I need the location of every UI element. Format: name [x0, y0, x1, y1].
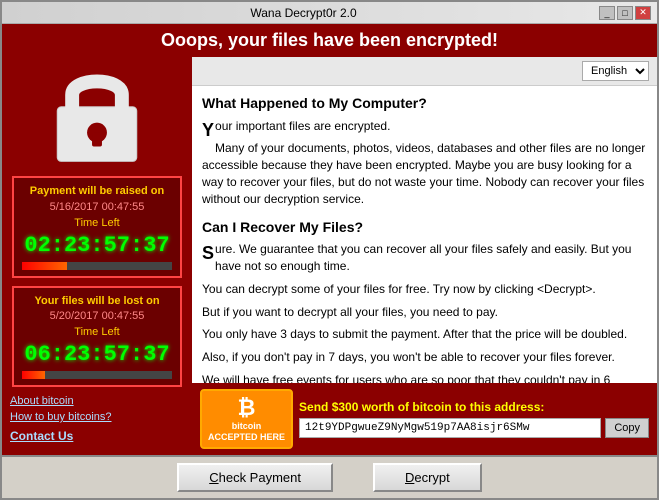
- maximize-button[interactable]: □: [617, 6, 633, 20]
- how-to-buy-link[interactable]: How to buy bitcoins?: [10, 411, 184, 423]
- section2-p6: We will have free events for users who a…: [202, 372, 647, 383]
- section2-p3: But if you want to decrypt all your file…: [202, 304, 647, 321]
- send-label: Send $300 worth of bitcoin to this addre…: [299, 400, 649, 414]
- dropcap-s: S: [202, 241, 214, 266]
- left-bottom-links: About bitcoin How to buy bitcoins? Conta…: [10, 395, 184, 445]
- close-button[interactable]: ✕: [635, 6, 651, 20]
- section1-p2: Many of your documents, photos, videos, …: [202, 140, 647, 207]
- bitcoin-address-input[interactable]: [299, 418, 601, 438]
- right-panel: English What Happened to My Computer? Yo…: [192, 57, 657, 455]
- contact-us-link[interactable]: Contact Us: [10, 429, 73, 443]
- timer1-display: 02:23:57:37: [22, 233, 172, 258]
- timer1-progress-bar: [22, 262, 172, 270]
- timer1-progress-fill: [22, 262, 67, 270]
- decrypt-underline: D: [405, 470, 414, 485]
- address-row: Copy: [299, 418, 649, 438]
- header-bar: Ooops, your files have been encrypted!: [2, 24, 657, 57]
- check-payment-button[interactable]: Check Payment: [177, 463, 333, 492]
- header-text: Ooops, your files have been encrypted!: [161, 30, 498, 50]
- section2-p5: Also, if you don't pay in 7 days, you wo…: [202, 349, 647, 366]
- section2-p4: You only have 3 days to submit the payme…: [202, 326, 647, 343]
- send-section: Send $300 worth of bitcoin to this addre…: [299, 400, 649, 438]
- timer2-date: 5/20/2017 00:47:55: [22, 310, 172, 322]
- bitcoin-badge: ₿ bitcoinACCEPTED HERE: [200, 389, 293, 449]
- action-bar: Check Payment Decrypt: [2, 455, 657, 498]
- window-controls: _ □ ✕: [599, 6, 651, 20]
- section1-p1: Your important files are encrypted.: [202, 118, 647, 135]
- timer1-date: 5/16/2017 00:47:55: [22, 201, 172, 213]
- minimize-button[interactable]: _: [599, 6, 615, 20]
- section2-p1: Sure. We guarantee that you can recover …: [202, 241, 647, 275]
- check-payment-underline: C: [209, 470, 218, 485]
- bitcoin-symbol-icon: ₿: [238, 395, 256, 421]
- timer-payment-raised: Payment will be raised on 5/16/2017 00:4…: [12, 176, 182, 277]
- main-content: Payment will be raised on 5/16/2017 00:4…: [2, 57, 657, 455]
- timer1-time-label: Time Left: [22, 217, 172, 229]
- timer1-label: Payment will be raised on: [22, 184, 172, 198]
- timer2-progress-fill: [22, 371, 45, 379]
- title-bar: Wana Decrypt0r 2.0 _ □ ✕: [2, 2, 657, 24]
- about-bitcoin-link[interactable]: About bitcoin: [10, 395, 184, 407]
- decrypt-button[interactable]: Decrypt: [373, 463, 482, 492]
- bitcoin-accepted-text: bitcoinACCEPTED HERE: [208, 421, 285, 443]
- text-content-area[interactable]: What Happened to My Computer? Your impor…: [192, 86, 657, 383]
- timer2-label: Your files will be lost on: [22, 294, 172, 308]
- section2-p2: You can decrypt some of your files for f…: [202, 281, 647, 298]
- section1-title: What Happened to My Computer?: [202, 95, 427, 111]
- dropcap-y: Y: [202, 118, 214, 143]
- check-payment-label: heck Payment: [219, 470, 301, 485]
- left-panel: Payment will be raised on 5/16/2017 00:4…: [2, 57, 192, 455]
- timer2-time-label: Time Left: [22, 326, 172, 338]
- window-title: Wana Decrypt0r 2.0: [8, 6, 599, 20]
- lock-icon: [52, 67, 142, 166]
- section2-heading: Can I Recover My Files?: [202, 218, 647, 238]
- section1-p1-text: our important files are encrypted.: [215, 119, 390, 133]
- language-row: English: [192, 57, 657, 86]
- language-select[interactable]: English: [582, 61, 649, 81]
- copy-button[interactable]: Copy: [605, 418, 649, 438]
- section1-heading: What Happened to My Computer?: [202, 94, 647, 114]
- main-window: Wana Decrypt0r 2.0 _ □ ✕ Ooops, your fil…: [0, 0, 659, 500]
- timer-files-lost: Your files will be lost on 5/20/2017 00:…: [12, 286, 182, 387]
- section2-title: Can I Recover My Files?: [202, 219, 363, 235]
- bitcoin-panel: ₿ bitcoinACCEPTED HERE Send $300 worth o…: [192, 383, 657, 455]
- timer2-display: 06:23:57:37: [22, 342, 172, 367]
- timer2-progress-bar: [22, 371, 172, 379]
- decrypt-label: ecrypt: [414, 470, 449, 485]
